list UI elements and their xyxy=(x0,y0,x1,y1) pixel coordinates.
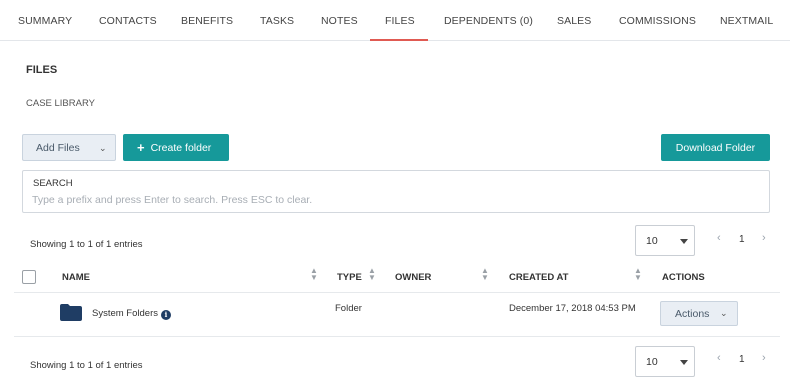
tab-tasks[interactable]: TASKS xyxy=(260,15,294,27)
chevron-down-icon: ⌄ xyxy=(99,143,107,153)
page-title: FILES xyxy=(26,64,58,76)
file-created-at: December 17, 2018 04:53 PM xyxy=(509,303,636,314)
add-files-label: Add Files xyxy=(36,141,80,154)
dropdown-arrow-icon xyxy=(680,239,688,244)
tab-files[interactable]: FILES xyxy=(385,15,415,27)
active-tab-indicator xyxy=(370,39,428,41)
column-header-type[interactable]: TYPE xyxy=(337,272,362,283)
plus-icon: + xyxy=(137,140,145,155)
add-files-button[interactable]: Add Files ⌄ xyxy=(22,134,116,161)
search-box: SEARCH xyxy=(22,170,770,213)
sort-icon[interactable]: ▲ ▼ xyxy=(310,267,318,282)
sort-icon[interactable]: ▲ ▼ xyxy=(368,267,376,282)
download-folder-label: Download Folder xyxy=(675,141,756,154)
tab-notes[interactable]: NOTES xyxy=(321,15,358,27)
info-icon[interactable]: i xyxy=(161,310,171,320)
column-header-name[interactable]: NAME xyxy=(62,272,90,283)
file-name[interactable]: System Folders xyxy=(92,308,158,319)
tab-dependents[interactable]: DEPENDENTS (0) xyxy=(444,15,533,27)
tab-commissions[interactable]: COMMISSIONS xyxy=(619,15,696,27)
search-input[interactable] xyxy=(32,192,752,208)
tab-nextmail[interactable]: NEXTMAIL xyxy=(720,15,773,27)
entries-summary-top: Showing 1 to 1 of 1 entries xyxy=(30,239,143,250)
create-folder-label: Create folder xyxy=(150,141,212,154)
folder-icon xyxy=(60,304,82,321)
tab-bar: SUMMARY CONTACTS BENEFITS TASKS NOTES FI… xyxy=(0,0,790,41)
breadcrumb[interactable]: CASE LIBRARY xyxy=(26,98,95,109)
tab-contacts[interactable]: CONTACTS xyxy=(99,15,157,27)
page-number-button[interactable]: 1 xyxy=(739,234,745,245)
previous-page-button[interactable]: ‹ xyxy=(717,232,721,244)
row-actions-button[interactable]: Actions ⌄ xyxy=(660,301,738,326)
previous-page-button[interactable]: ‹ xyxy=(717,352,721,364)
page-number-button[interactable]: 1 xyxy=(739,354,745,365)
create-folder-button[interactable]: + Create folder xyxy=(123,134,229,161)
table-header: NAME ▲ ▼ TYPE ▲ ▼ OWNER ▲ ▼ CREATED AT ▲ ▼ A… xyxy=(14,262,780,293)
chevron-down-icon: ⌄ xyxy=(720,308,728,318)
tab-benefits[interactable]: BENEFITS xyxy=(181,15,233,27)
search-label: SEARCH xyxy=(33,178,73,189)
row-actions-label: Actions xyxy=(675,308,710,320)
page-size-select-top[interactable]: 10 xyxy=(635,225,695,256)
table-row: System Folders i Folder December 17, 2018… xyxy=(14,293,780,337)
sort-icon[interactable]: ▲ ▼ xyxy=(634,267,642,282)
page-size-value: 10 xyxy=(646,356,658,368)
column-header-owner[interactable]: OWNER xyxy=(395,272,431,283)
select-all-checkbox[interactable] xyxy=(22,270,36,284)
tab-summary[interactable]: SUMMARY xyxy=(18,15,72,27)
download-folder-button[interactable]: Download Folder xyxy=(661,134,770,161)
column-header-actions: ACTIONS xyxy=(662,272,705,283)
dropdown-arrow-icon xyxy=(680,360,688,365)
file-name-cell[interactable]: System Folders i xyxy=(92,308,171,320)
tab-sales[interactable]: SALES xyxy=(557,15,591,27)
column-header-created-at[interactable]: CREATED AT xyxy=(509,272,568,283)
entries-summary-bottom: Showing 1 to 1 of 1 entries xyxy=(30,360,143,371)
file-type: Folder xyxy=(335,303,362,314)
page-size-select-bottom[interactable]: 10 xyxy=(635,346,695,377)
next-page-button[interactable]: › xyxy=(762,352,766,364)
page-size-value: 10 xyxy=(646,235,658,247)
next-page-button[interactable]: › xyxy=(762,232,766,244)
sort-icon[interactable]: ▲ ▼ xyxy=(481,267,489,282)
